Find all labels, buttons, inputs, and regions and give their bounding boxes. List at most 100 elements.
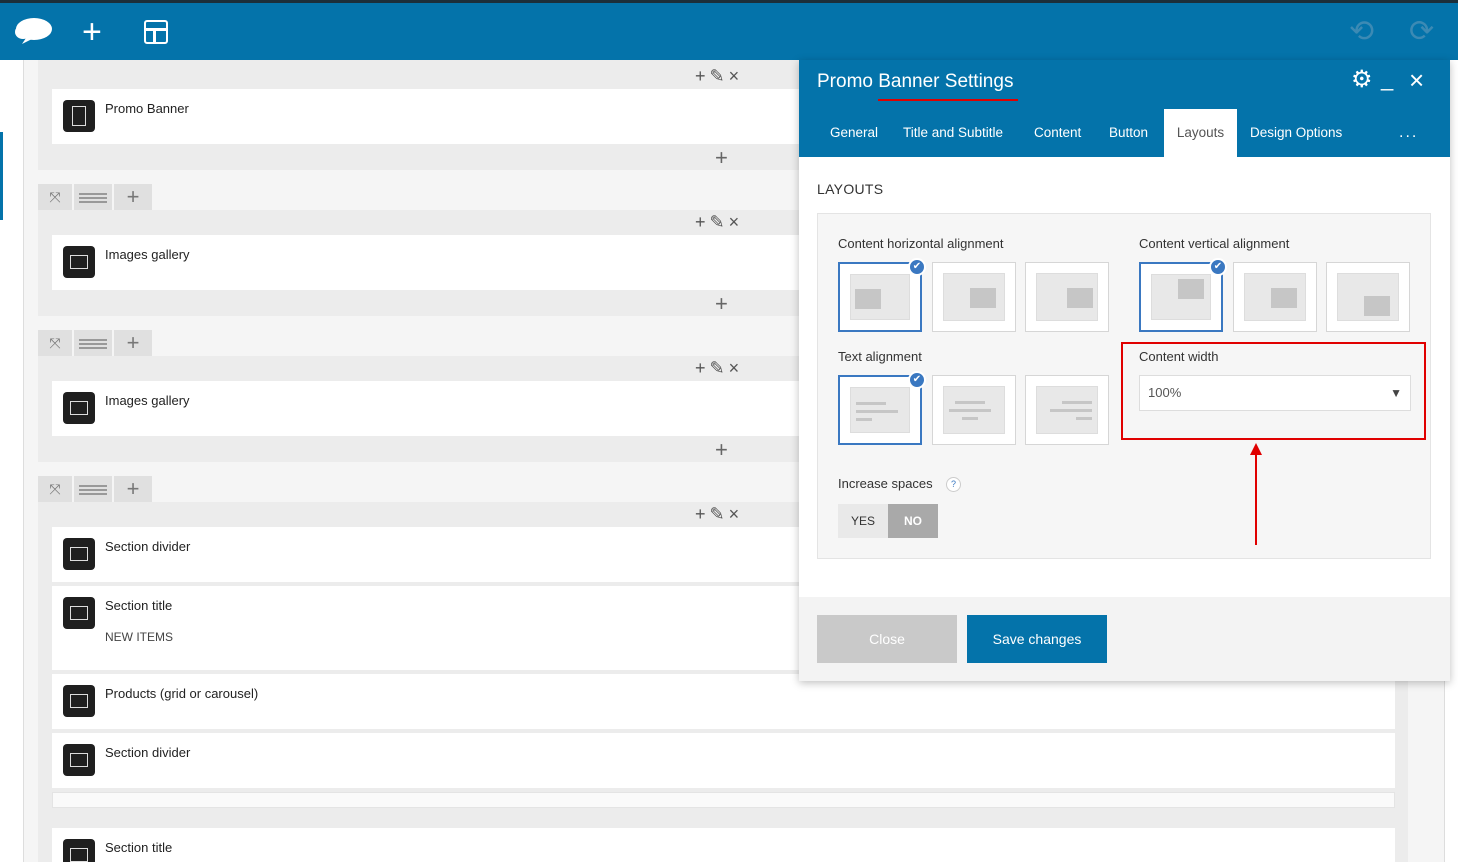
cloud-logo-icon[interactable] (14, 15, 54, 49)
expand-icon[interactable]: ⤧ (38, 330, 72, 356)
check-icon: ✔ (908, 371, 926, 389)
close-icon[interactable]: × (1409, 67, 1424, 93)
element-section-divider[interactable]: Section divider (52, 733, 1395, 788)
element-name: Images gallery (105, 247, 190, 262)
h-align-label: Content horizontal alignment (838, 236, 1004, 251)
text-align-left-option[interactable]: ✔ (838, 371, 926, 445)
left-admin-strip (0, 60, 24, 862)
text-align-center-option[interactable] (932, 375, 1016, 445)
products-icon (63, 685, 95, 717)
add-element-icon[interactable]: + (715, 437, 728, 463)
tab-design-options[interactable]: Design Options (1250, 109, 1342, 157)
empty-element-slot (52, 792, 1395, 808)
element-name: Section divider (105, 539, 191, 554)
add-row-icon[interactable]: + (114, 476, 152, 502)
element-name: Promo Banner (105, 101, 189, 116)
column-edit-icon[interactable]: ✎ (710, 212, 729, 232)
increase-spaces-label: Increase spaces (838, 476, 933, 491)
panel-tabs: General Title and Subtitle Content Butto… (799, 109, 1450, 157)
column-edit-icon[interactable]: ✎ (710, 504, 729, 524)
column-controls: +✎× (695, 66, 743, 87)
tab-title-and-subtitle[interactable]: Title and Subtitle (903, 109, 1003, 157)
add-element-icon[interactable]: + (715, 145, 728, 171)
redo-icon[interactable]: ⟳ (1409, 17, 1434, 47)
element-section-title[interactable]: Section title (52, 828, 1395, 862)
element-name: Products (grid or carousel) (105, 686, 259, 701)
promo-banner-icon (63, 100, 95, 132)
v-align-top-option[interactable]: ✔ (1139, 258, 1227, 332)
layout-icon[interactable] (144, 20, 168, 44)
panel-header: Promo Banner Settings ⚙ _ × General Titl… (799, 60, 1450, 157)
add-row-icon[interactable]: + (114, 330, 152, 356)
increase-spaces-toggle: YES NO (838, 504, 938, 538)
close-button[interactable]: Close (817, 615, 957, 663)
text-align-label: Text alignment (838, 349, 922, 364)
panel-title: Promo Banner Settings (817, 71, 1014, 92)
column-edit-icon[interactable]: ✎ (710, 66, 729, 86)
tab-content[interactable]: Content (1034, 109, 1081, 157)
row-controls: ⤧ + (38, 476, 154, 502)
drag-handle-icon[interactable] (74, 330, 112, 356)
add-row-icon[interactable]: + (114, 184, 152, 210)
check-icon: ✔ (908, 258, 926, 276)
element-products[interactable]: Products (grid or carousel) (52, 674, 1395, 729)
expand-icon[interactable]: ⤧ (38, 184, 72, 210)
column-add-icon[interactable]: + (695, 358, 710, 378)
image-gallery-icon (63, 392, 95, 424)
tab-general[interactable]: General (830, 109, 878, 157)
element-name: Images gallery (105, 393, 190, 408)
more-tabs-icon[interactable]: ... (1399, 109, 1418, 157)
row-controls: ⤧ + (38, 330, 154, 356)
column-delete-icon[interactable]: × (729, 358, 744, 378)
expand-icon[interactable]: ⤧ (38, 476, 72, 502)
v-align-label: Content vertical alignment (1139, 236, 1290, 251)
minimize-icon[interactable]: _ (1381, 68, 1393, 90)
drag-handle-icon[interactable] (74, 476, 112, 502)
column-edit-icon[interactable]: ✎ (710, 358, 729, 378)
section-heading: LAYOUTS (817, 181, 884, 197)
section-divider-icon (63, 538, 95, 570)
tab-button[interactable]: Button (1109, 109, 1148, 157)
gear-icon[interactable]: ⚙ (1351, 68, 1373, 92)
no-toggle-button[interactable]: NO (888, 504, 938, 538)
yes-toggle-button[interactable]: YES (838, 504, 888, 538)
check-icon: ✔ (1209, 258, 1227, 276)
element-name: Section divider (105, 745, 191, 760)
active-marker (0, 132, 3, 220)
h-align-left-option[interactable]: ✔ (838, 258, 926, 332)
column-controls: +✎× (695, 504, 743, 525)
section-title-icon (63, 597, 95, 629)
annotation-arrow-line (1255, 452, 1257, 545)
element-name: Section title (105, 598, 173, 613)
text-align-right-option[interactable] (1025, 375, 1109, 445)
column-controls: +✎× (695, 212, 743, 233)
drag-handle-icon[interactable] (74, 184, 112, 210)
help-icon[interactable]: ? (946, 477, 961, 492)
panel-footer: Close Save changes (799, 597, 1450, 681)
section-divider-icon (63, 744, 95, 776)
column-add-icon[interactable]: + (695, 212, 710, 232)
column-add-icon[interactable]: + (695, 66, 710, 86)
save-changes-button[interactable]: Save changes (967, 615, 1107, 663)
top-toolbar: + ⟲ ⟳ (0, 0, 1458, 60)
tab-layouts[interactable]: Layouts (1164, 109, 1237, 157)
h-align-center-option[interactable] (932, 262, 1016, 332)
h-align-right-option[interactable] (1025, 262, 1109, 332)
column-delete-icon[interactable]: × (729, 504, 744, 524)
section-title-icon (63, 839, 95, 862)
row-controls: ⤧ + (38, 184, 154, 210)
element-subtitle: NEW ITEMS (105, 630, 173, 644)
v-align-middle-option[interactable] (1233, 262, 1317, 332)
v-align-bottom-option[interactable] (1326, 262, 1410, 332)
column-controls: +✎× (695, 358, 743, 379)
add-element-icon[interactable]: + (715, 291, 728, 317)
undo-icon[interactable]: ⟲ (1349, 17, 1374, 47)
column-add-icon[interactable]: + (695, 504, 710, 524)
annotation-highlight-box (1121, 342, 1426, 440)
column-delete-icon[interactable]: × (729, 66, 744, 86)
column-delete-icon[interactable]: × (729, 212, 744, 232)
annotation-underline (878, 99, 1018, 101)
image-gallery-icon (63, 246, 95, 278)
plus-icon[interactable]: + (82, 15, 102, 49)
element-name: Section title (105, 840, 173, 855)
